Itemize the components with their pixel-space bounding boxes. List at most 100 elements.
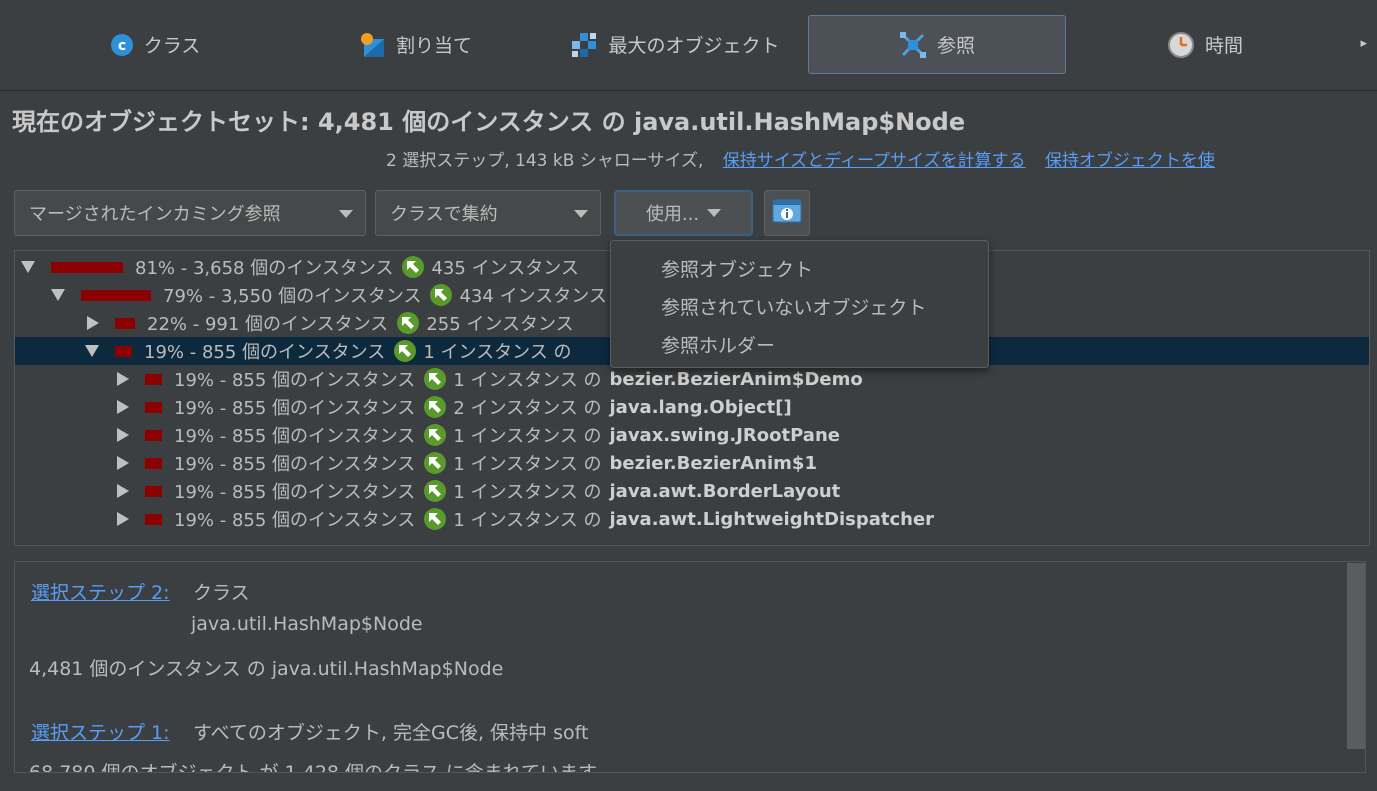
page-title: 現在のオブジェクトセット: 4,481 個のインスタンス の java.util…: [12, 108, 966, 136]
tab-allocations[interactable]: 割り当て: [280, 15, 550, 74]
tab-time[interactable]: 時間: [1070, 15, 1340, 74]
percentage-bar: [145, 429, 162, 441]
incoming-reference-icon: [423, 479, 447, 503]
tab-scroll-right-icon[interactable]: ▸: [1360, 36, 1367, 51]
expand-toggle-icon[interactable]: [117, 372, 129, 386]
percentage-bar: [145, 513, 162, 525]
instance-percentage: 79% - 3,550 個のインスタンス: [163, 286, 422, 307]
chevron-down-icon: [339, 210, 353, 218]
referrer-count: 1 インスタンス の: [453, 454, 602, 475]
tree-row[interactable]: 19% - 855 個のインスタンス 1 インスタンス の bezier.Bezie…: [15, 365, 1369, 393]
tree-row[interactable]: 19% - 855 個のインスタンス 2 インスタンス の java.lang.Ob…: [15, 393, 1369, 421]
tab-classes[interactable]: c クラス: [20, 15, 290, 74]
tab-label: 割り当て: [395, 35, 472, 57]
use-button[interactable]: 使用...: [614, 190, 753, 236]
selection-details-panel: 選択ステップ 2: クラス java.util.HashMap$Node 4,4…: [14, 561, 1366, 773]
referrer-class-name: bezier.BezierAnim$Demo: [609, 368, 863, 390]
tab-label: 時間: [1204, 35, 1243, 57]
tree-row[interactable]: 19% - 855 個のインスタンス 1 インスタンス の javax.swing.…: [15, 421, 1369, 449]
referrer-class-name: bezier.BezierAnim$1: [609, 452, 817, 474]
referrer-count: 1 インスタンス の: [423, 342, 572, 363]
selection-step-1-link[interactable]: 選択ステップ 1:: [31, 718, 170, 745]
referrer-class-name: java.awt.LightweightDispatcher: [609, 508, 935, 530]
percentage-bar: [51, 261, 123, 273]
selection-steps-text: 2 選択ステップ, 143 kB シャローサイズ,: [386, 151, 704, 171]
menu-item-referenced-objects[interactable]: 参照オブジェクト: [661, 255, 813, 282]
chevron-down-icon: [707, 209, 722, 217]
incoming-reference-icon: [401, 255, 425, 279]
incoming-reference-icon: [423, 423, 447, 447]
expand-toggle-icon[interactable]: [117, 512, 129, 526]
object-set-info: 2 選択ステップ, 143 kB シャローサイズ, 保持サイズとディープサイズを…: [386, 146, 1215, 171]
percentage-bar: [81, 289, 151, 301]
expand-toggle-icon[interactable]: [117, 456, 129, 470]
instance-percentage: 19% - 855 個のインスタンス: [144, 342, 386, 363]
percentage-bar: [145, 457, 162, 469]
instance-percentage: 19% - 855 個のインスタンス: [174, 426, 416, 447]
reference-type-select[interactable]: マージされたインカミング参照: [14, 190, 366, 236]
use-retained-objects-link[interactable]: 保持オブジェクトを使: [1045, 151, 1215, 171]
menu-item-unreferenced-objects[interactable]: 参照されていないオブジェクト: [661, 293, 926, 320]
instance-percentage: 22% - 991 個のインスタンス: [147, 314, 389, 335]
referrer-class-name: java.lang.Object[]: [609, 396, 792, 418]
referrer-count: 434 インスタンス: [459, 286, 607, 307]
incoming-reference-icon: [423, 507, 447, 531]
referrer-count: 435 インスタンス: [431, 258, 579, 279]
referrer-count: 1 インスタンス の: [453, 370, 602, 391]
references-icon: [899, 31, 927, 59]
class-icon: c: [110, 33, 134, 57]
collapse-toggle-icon[interactable]: [21, 261, 35, 273]
percentage-bar: [115, 345, 132, 357]
instance-percentage: 19% - 855 個のインスタンス: [174, 482, 416, 503]
show-info-button[interactable]: [764, 190, 810, 236]
svg-text:c: c: [118, 38, 126, 54]
incoming-reference-icon: [429, 283, 453, 307]
time-icon: [1167, 31, 1195, 59]
collapse-toggle-icon[interactable]: [85, 345, 99, 357]
referrer-class-name: java.awt.BorderLayout: [609, 480, 841, 502]
tree-row[interactable]: 19% - 855 個のインスタンス 1 インスタンス の bezier.Bezie…: [15, 449, 1369, 477]
tree-row[interactable]: 19% - 855 個のインスタンス 1 インスタンス の java.awt.Lig…: [15, 505, 1369, 533]
allocation-icon: [358, 31, 386, 59]
tab-biggest-objects[interactable]: 最大のオブジェクト: [540, 15, 810, 74]
incoming-reference-icon: [423, 395, 447, 419]
selection-step-2-class: java.util.HashMap$Node: [191, 613, 423, 635]
expand-toggle-icon[interactable]: [117, 400, 129, 414]
selection-step-1-summary: 68,780 個のオブジェクト が 1,428 個のクラス に含まれています: [29, 762, 598, 773]
incoming-reference-icon: [423, 451, 447, 475]
aggregation-select[interactable]: クラスで集約: [375, 190, 601, 236]
instance-percentage: 19% - 855 個のインスタンス: [174, 370, 416, 391]
tabbar-divider: [0, 90, 1377, 91]
referrer-class-name: javax.swing.JRootPane: [609, 424, 840, 446]
calculate-retained-sizes-link[interactable]: 保持サイズとディープサイズを計算する: [723, 151, 1026, 171]
biggest-objects-icon: [570, 31, 598, 59]
incoming-reference-icon: [396, 311, 420, 335]
selection-step-2-link[interactable]: 選択ステップ 2:: [31, 578, 170, 605]
percentage-bar: [145, 485, 162, 497]
referrer-count: 255 インスタンス: [426, 314, 574, 335]
instance-percentage: 19% - 855 個のインスタンス: [174, 454, 416, 475]
expand-toggle-icon[interactable]: [117, 428, 129, 442]
menu-item-reference-holders[interactable]: 参照ホルダー: [661, 331, 775, 358]
percentage-bar: [115, 317, 135, 329]
incoming-reference-icon: [423, 367, 447, 391]
info-icon: [772, 199, 802, 227]
instance-percentage: 19% - 855 個のインスタンス: [174, 398, 416, 419]
chevron-down-icon: [574, 210, 588, 218]
aggregation-value: クラスで集約: [390, 204, 498, 225]
expand-toggle-icon[interactable]: [117, 484, 129, 498]
instance-percentage: 19% - 855 個のインスタンス: [174, 510, 416, 531]
tab-label: クラス: [143, 35, 201, 57]
view-tabbar: c クラス 割り当て 最大のオブジェクト 参照 時間 ▸: [0, 0, 1377, 90]
tree-row[interactable]: 19% - 855 個のインスタンス 1 インスタンス の java.awt.Bor…: [15, 477, 1369, 505]
details-scrollbar[interactable]: [1347, 563, 1365, 749]
collapse-toggle-icon[interactable]: [51, 289, 65, 301]
incoming-reference-icon: [393, 339, 417, 363]
percentage-bar: [145, 401, 162, 413]
use-button-label: 使用...: [645, 204, 700, 225]
referrer-count: 1 インスタンス の: [453, 426, 602, 447]
tab-references[interactable]: 参照: [808, 15, 1066, 74]
referrer-count: 1 インスタンス の: [453, 482, 602, 503]
instance-percentage: 81% - 3,658 個のインスタンス: [135, 258, 394, 279]
expand-toggle-icon[interactable]: [87, 316, 99, 330]
